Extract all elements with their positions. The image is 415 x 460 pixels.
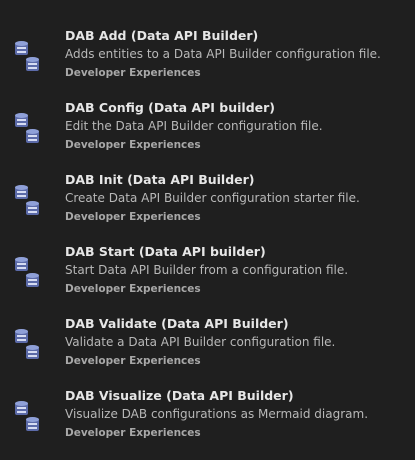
- extension-title: DAB Add (Data API Builder): [65, 28, 259, 43]
- extension-description: Visualize DAB configurations as Mermaid …: [65, 407, 369, 421]
- extension-publisher: Developer Experiences: [65, 67, 201, 79]
- extension-item-dab-validate[interactable]: DAB Validate (Data API Builder) Validate…: [0, 316, 415, 388]
- database-pair-icon: [15, 329, 39, 359]
- database-pair-icon: [15, 113, 39, 143]
- extension-description: Validate a Data API Builder configuratio…: [65, 335, 336, 349]
- extension-title: DAB Init (Data API Builder): [65, 172, 255, 187]
- extension-item-dab-init[interactable]: DAB Init (Data API Builder) Create Data …: [0, 172, 415, 244]
- extension-title: DAB Start (Data API builder): [65, 244, 266, 259]
- extension-item-dab-visualize[interactable]: DAB Visualize (Data API Builder) Visuali…: [0, 388, 415, 460]
- extension-item-dab-add[interactable]: DAB Add (Data API Builder) Adds entities…: [0, 28, 415, 100]
- database-pair-icon: [15, 401, 39, 431]
- database-pair-icon: [15, 41, 39, 71]
- extension-title: DAB Config (Data API builder): [65, 100, 275, 115]
- extension-description: Edit the Data API Builder configuration …: [65, 119, 323, 133]
- extension-title: DAB Visualize (Data API Builder): [65, 388, 294, 403]
- database-pair-icon: [15, 185, 39, 215]
- extension-description: Start Data API Builder from a configurat…: [65, 263, 349, 277]
- extension-description: Adds entities to a Data API Builder conf…: [65, 47, 381, 61]
- extension-description: Create Data API Builder configuration st…: [65, 191, 360, 205]
- extension-publisher: Developer Experiences: [65, 211, 201, 223]
- extension-list: DAB Add (Data API Builder) Adds entities…: [0, 0, 415, 456]
- extension-item-dab-start[interactable]: DAB Start (Data API builder) Start Data …: [0, 244, 415, 316]
- extension-item-dab-config[interactable]: DAB Config (Data API builder) Edit the D…: [0, 100, 415, 172]
- extension-publisher: Developer Experiences: [65, 355, 201, 367]
- extension-title: DAB Validate (Data API Builder): [65, 316, 289, 331]
- extension-publisher: Developer Experiences: [65, 427, 201, 439]
- extension-publisher: Developer Experiences: [65, 283, 201, 295]
- extension-publisher: Developer Experiences: [65, 139, 201, 151]
- database-pair-icon: [15, 257, 39, 287]
